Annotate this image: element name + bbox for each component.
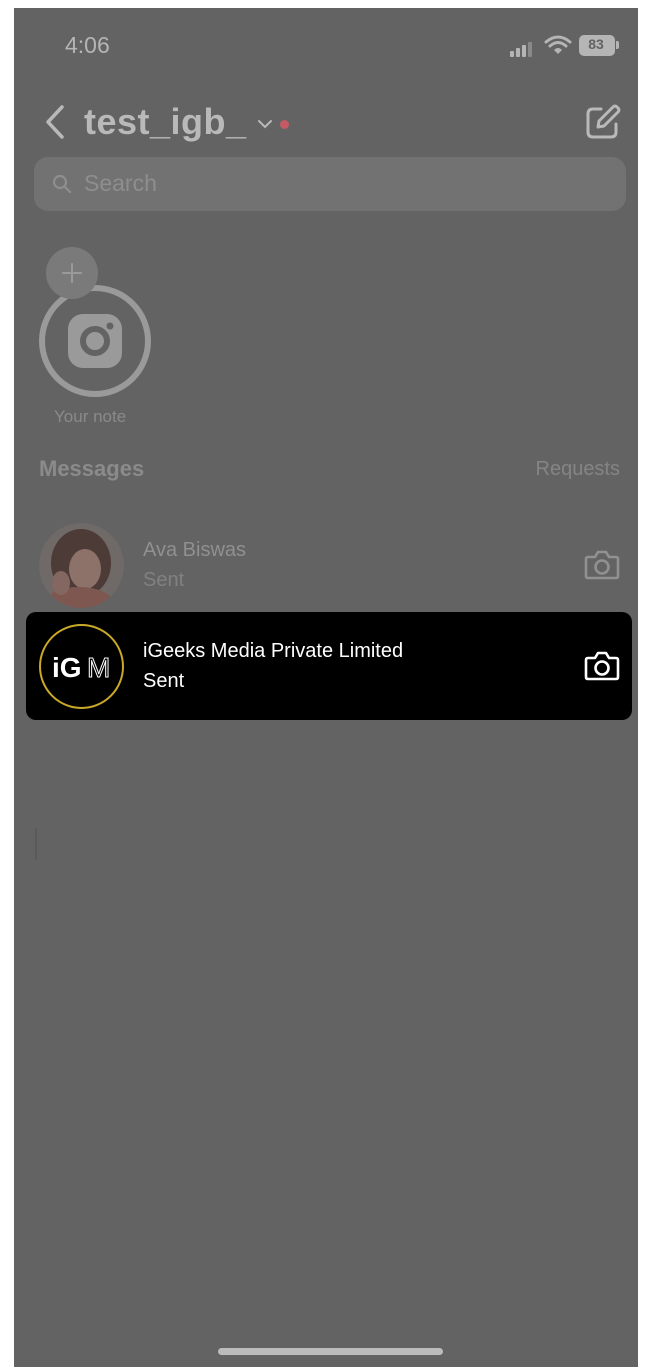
search-placeholder: Search: [84, 170, 157, 196]
back-icon[interactable]: [42, 103, 68, 141]
avatar: [39, 523, 124, 608]
notification-dot: [280, 120, 289, 129]
status-time: 4:06: [65, 32, 110, 58]
instagram-icon: [68, 314, 122, 368]
battery-level: 83: [588, 36, 604, 52]
thread-name: iGeeks Media Private Limited: [143, 640, 404, 662]
camera-icon[interactable]: [584, 549, 620, 581]
thread-status: Sent: [143, 569, 185, 591]
signal-icon: [510, 41, 536, 57]
your-note-label: Your note: [54, 407, 127, 426]
header: test_igb_: [14, 93, 638, 153]
phone-screen: 4:06 83 test_igb_ Search Your note Messa…: [14, 8, 638, 1367]
requests-link[interactable]: Requests: [536, 458, 621, 481]
thread-name: Ava Biswas: [143, 539, 247, 561]
thread-status: Sent: [143, 670, 185, 692]
logo-text-right: M: [87, 652, 110, 683]
logo-text-left: iG: [52, 652, 82, 683]
plus-icon: [62, 263, 82, 283]
thread-row[interactable]: Ava Biswas Sent: [26, 511, 632, 619]
avatar: iG M: [39, 624, 124, 709]
camera-icon[interactable]: [584, 650, 620, 682]
battery-indicator: 83: [579, 35, 619, 56]
search-icon: [52, 174, 72, 194]
compose-icon[interactable]: [584, 103, 622, 141]
add-note-button[interactable]: [46, 247, 98, 299]
home-indicator[interactable]: [218, 1348, 443, 1355]
status-bar: 4:06 83: [14, 8, 638, 88]
wifi-icon: [544, 35, 572, 54]
account-switcher[interactable]: test_igb_: [84, 101, 247, 143]
thread-row[interactable]: iG M iGeeks Media Private Limited Sent: [26, 612, 632, 720]
search-input[interactable]: Search: [34, 157, 626, 211]
messages-heading: Messages: [39, 456, 145, 481]
chevron-down-icon[interactable]: [257, 118, 273, 130]
divider: [35, 828, 37, 860]
